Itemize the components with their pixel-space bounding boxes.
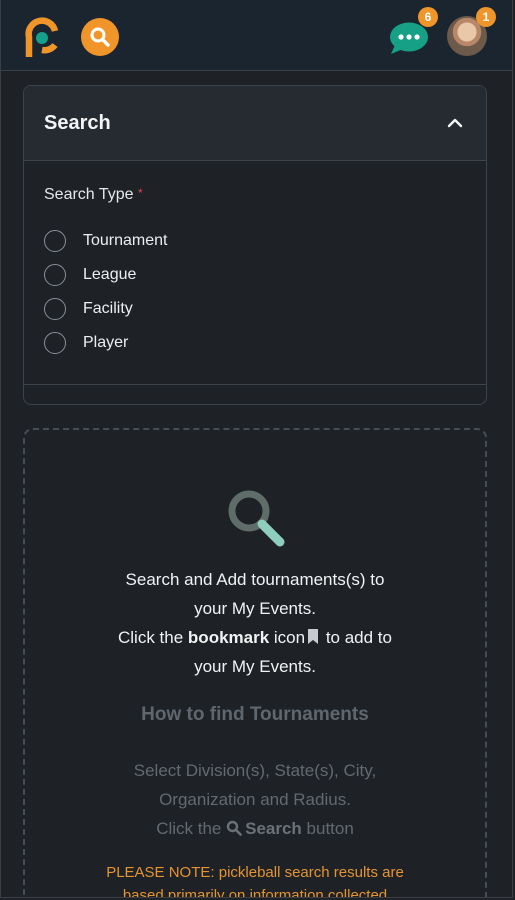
radio-button[interactable] [44, 230, 66, 252]
radio-option-player[interactable]: Player [44, 330, 128, 356]
note-line-2: based primarily on information collected [122, 887, 388, 898]
info-line-3: Click the bookmark icon to add to [25, 623, 485, 652]
info-line-4: your My Events. [194, 657, 316, 676]
radio-button[interactable] [44, 332, 66, 354]
radio-label: League [83, 266, 137, 283]
top-bar: 6 1 [1, 0, 512, 71]
chevron-up-icon[interactable] [444, 112, 466, 134]
radio-option-facility[interactable]: Facility [44, 296, 133, 322]
search-icon [226, 820, 242, 836]
info-line-1: Search and Add tournaments(s) to [125, 570, 385, 589]
radio-label: Facility [83, 300, 133, 317]
info-line-3-mid: icon [269, 628, 306, 647]
note-line-1: PLEASE NOTE: pickleball search results a… [106, 864, 404, 881]
how-line-1: Select Division(s), State(s), City, [133, 761, 377, 780]
search-icon [90, 27, 110, 47]
radio-label: Player [83, 334, 129, 351]
radio-label: Tournament [83, 232, 168, 249]
pickleball-logo[interactable] [21, 17, 63, 59]
please-note: PLEASE NOTE: pickleball search results a… [25, 861, 485, 898]
info-line-3-suffix: to add to [321, 628, 392, 647]
info-line-3-prefix: Click the [118, 628, 188, 647]
search-panel-title: Search [44, 112, 111, 134]
how-to-title: How to find Tournaments [141, 704, 369, 725]
how-line-3: Click the Search button [25, 814, 485, 843]
search-button[interactable] [81, 18, 119, 56]
chat-badge: 6 [418, 7, 438, 27]
how-line-3-suffix: button [301, 819, 354, 838]
search-info-box: Search and Add tournaments(s) to your My… [23, 428, 487, 898]
radio-button[interactable] [44, 264, 66, 286]
radio-option-league[interactable]: League [44, 262, 136, 288]
bookmark-icon [308, 629, 319, 644]
how-line-3-prefix: Click the [156, 819, 227, 838]
search-type-text: Search Type [44, 186, 134, 203]
radio-option-tournament[interactable]: Tournament [44, 228, 168, 254]
info-line-2: your My Events. [194, 599, 316, 618]
required-mark: * [138, 186, 143, 200]
search-panel-header[interactable]: Search [24, 86, 486, 161]
how-to-body: Select Division(s), State(s), City, Orga… [25, 756, 485, 843]
radio-button[interactable] [44, 298, 66, 320]
avatar-badge: 1 [476, 7, 496, 27]
how-line-2: Organization and Radius. [159, 790, 351, 809]
search-panel: Search Search Type * Tournament League F… [23, 85, 487, 405]
bookmark-word: bookmark [187, 628, 270, 647]
panel-divider [24, 384, 486, 385]
app-frame: 6 1 Search Search Type * Tournament Leag… [0, 0, 513, 898]
magnifier-icon [228, 490, 285, 547]
search-word: Search [245, 819, 302, 838]
search-type-label: Search Type * [44, 186, 143, 204]
